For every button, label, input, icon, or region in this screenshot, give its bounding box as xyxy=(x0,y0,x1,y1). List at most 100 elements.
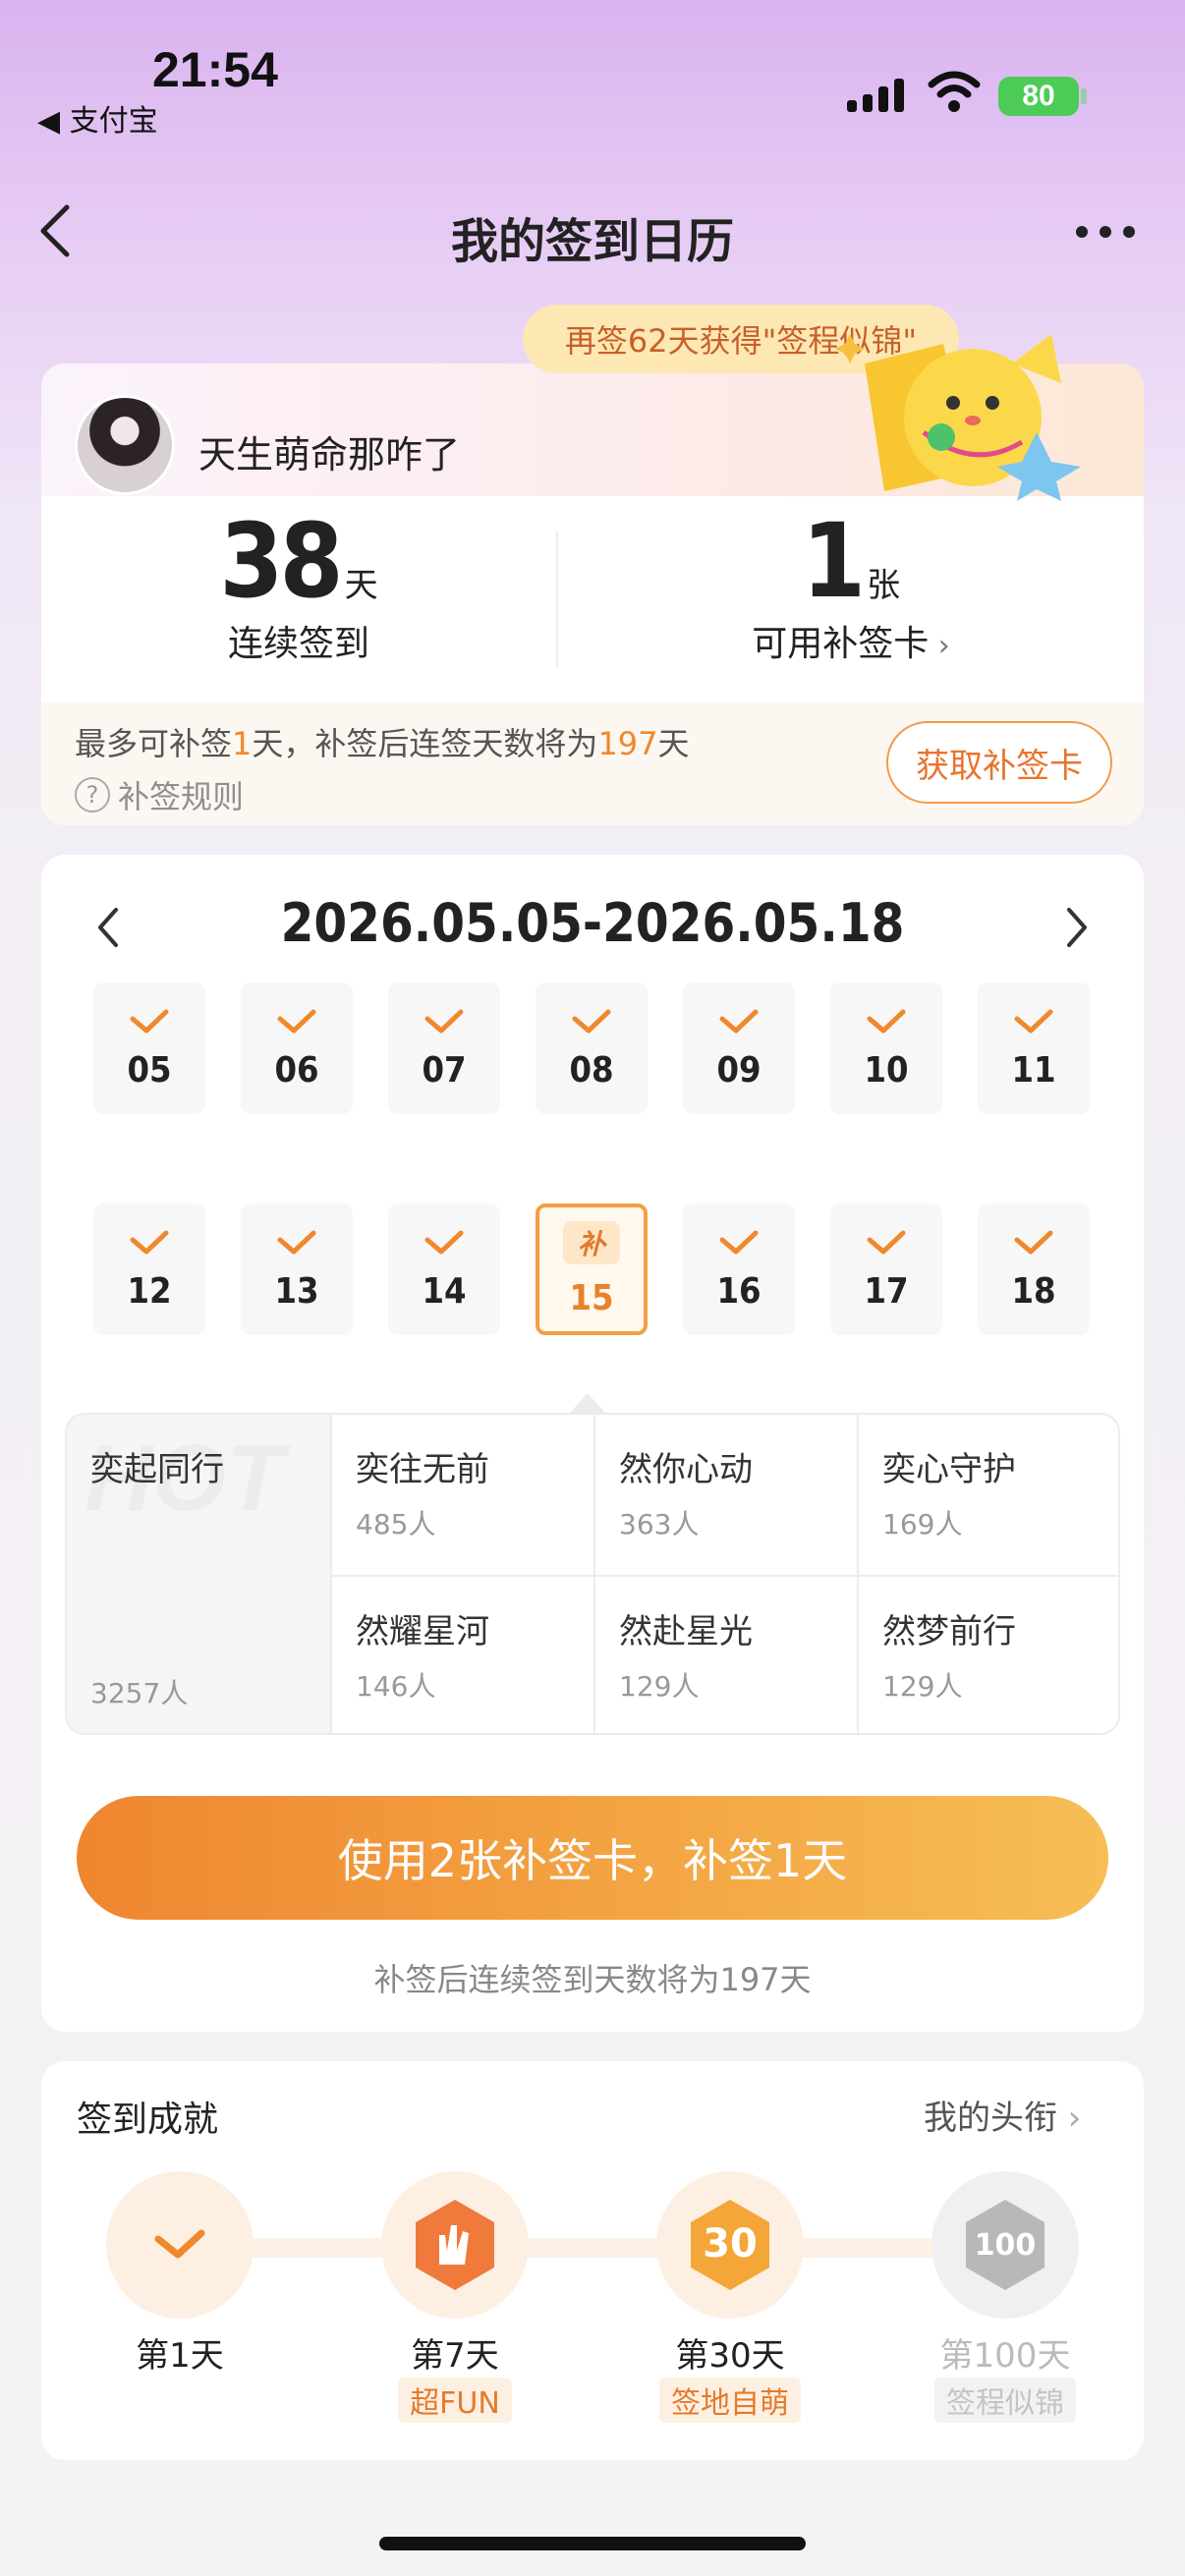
title-name: 然你心动 xyxy=(619,1450,753,1489)
streak-stat: 38 天 连续签到 xyxy=(41,501,556,666)
checkmark-icon xyxy=(277,1009,316,1033)
chevron-right-icon: › xyxy=(1057,2099,1082,2138)
calendar-day[interactable]: 10 xyxy=(830,982,942,1114)
title-option[interactable]: 然梦前行 129人 xyxy=(859,1577,1118,1733)
back-to-app-link[interactable]: ◀ 支付宝 xyxy=(37,96,158,140)
calendar-day[interactable]: 14 xyxy=(388,1204,500,1335)
title-option[interactable]: 然你心动 363人 xyxy=(595,1415,859,1577)
calendar-day[interactable]: 07 xyxy=(388,982,500,1114)
title-option[interactable]: 奕心守护 169人 xyxy=(859,1415,1118,1577)
checkmark-icon xyxy=(130,1230,169,1254)
achievement-tag-wrap: 签地自萌 xyxy=(632,2378,828,2423)
achievement-7[interactable] xyxy=(381,2171,529,2319)
user-nickname: 天生萌命那咋了 xyxy=(198,433,461,476)
title-name: 奕起同行 xyxy=(90,1450,224,1489)
achievement-tag-wrap: 签程似锦 xyxy=(907,2378,1103,2423)
achievement-tag-wrap: 超FUN xyxy=(357,2378,553,2423)
achievement-tag: 签程似锦 xyxy=(934,2378,1076,2423)
title-name: 然耀星河 xyxy=(356,1612,489,1652)
checkmark-icon xyxy=(130,1009,169,1033)
makeup-cards-stat[interactable]: 1 张 可用补签卡 › xyxy=(558,501,1144,666)
calendar-day[interactable]: 13 xyxy=(241,1204,353,1335)
calendar-day-number: 17 xyxy=(864,1270,909,1312)
avatar[interactable] xyxy=(75,395,175,495)
calendar-date-range: 2026.05.05-2026.05.18 xyxy=(280,892,905,954)
achievement-badge: 100 xyxy=(931,2171,1079,2319)
achievement-badge: 30 xyxy=(656,2171,804,2319)
title-count: 485人 xyxy=(356,1508,436,1540)
tip-suffix: 天 xyxy=(657,725,690,762)
checkmark-icon xyxy=(424,1230,464,1254)
svg-text:100: 100 xyxy=(975,2228,1037,2263)
home-indicator xyxy=(379,2537,806,2550)
title-name: 然梦前行 xyxy=(882,1612,1016,1652)
title-option[interactable]: 然耀星河 146人 xyxy=(332,1577,595,1733)
tip-total: 197 xyxy=(597,725,658,762)
calendar-day-number: 06 xyxy=(274,1049,319,1091)
calendar-day[interactable]: 11 xyxy=(978,982,1090,1114)
title-count: 129人 xyxy=(619,1670,700,1703)
achievement-day-label: 第30天 xyxy=(675,2336,785,2376)
calendar-day-number: 16 xyxy=(716,1270,762,1312)
calendar-day[interactable]: 18 xyxy=(978,1204,1090,1335)
title-count: 146人 xyxy=(356,1670,436,1703)
checkmark-icon xyxy=(1014,1009,1053,1033)
days-30-badge-icon: 30 xyxy=(691,2200,769,2290)
svg-text:30: 30 xyxy=(703,2221,758,2267)
checkmark-icon xyxy=(154,2229,205,2259)
achievement-day-label: 第1天 xyxy=(136,2336,224,2376)
title-count: 129人 xyxy=(882,1670,963,1703)
achievement-badge xyxy=(381,2171,529,2319)
checkmark-icon xyxy=(719,1230,759,1254)
streak-label: 连续签到 xyxy=(227,624,369,664)
battery-cap xyxy=(1081,88,1087,104)
achievement-tag: 超FUN xyxy=(398,2378,512,2423)
title-option[interactable]: 然赴星光 129人 xyxy=(595,1577,859,1733)
calendar-day-number: 13 xyxy=(274,1270,319,1312)
calendar-day-number: 08 xyxy=(569,1049,614,1091)
checkmark-icon xyxy=(867,1230,906,1254)
calendar-day[interactable]: 12 xyxy=(93,1204,205,1335)
get-makeup-card-button[interactable]: 获取补签卡 xyxy=(886,721,1112,804)
title-name: 奕往无前 xyxy=(356,1450,489,1489)
title-count: 169人 xyxy=(882,1508,963,1540)
my-titles-link[interactable]: 我的头衔 › xyxy=(924,2091,1081,2139)
chevron-right-icon[interactable] xyxy=(1063,904,1091,951)
achievement-30[interactable]: 30 xyxy=(656,2171,804,2319)
title-option[interactable]: 奕往无前 485人 xyxy=(332,1415,595,1577)
more-options-icon[interactable] xyxy=(1076,226,1135,238)
calendar-day[interactable]: 06 xyxy=(241,982,353,1114)
streak-value: 38 xyxy=(219,501,343,621)
title-name: 奕心守护 xyxy=(882,1450,1016,1489)
calendar-day-number: 10 xyxy=(864,1049,909,1091)
tip-days: 1 xyxy=(232,725,253,762)
streak-unit: 天 xyxy=(344,566,378,605)
achievement-day-label: 第7天 xyxy=(411,2336,499,2376)
calendar-day[interactable]: 08 xyxy=(536,982,648,1114)
my-titles-label: 我的头衔 xyxy=(924,2099,1057,2138)
title-name: 然赴星光 xyxy=(619,1612,753,1652)
checkmark-icon xyxy=(867,1009,906,1033)
title-option[interactable]: HOT 奕起同行 3257人 xyxy=(67,1415,332,1733)
makeup-result-hint: 补签后连续签到天数将为197天 xyxy=(373,1961,812,1998)
calendar-day-number: 12 xyxy=(127,1270,172,1312)
calendar-day-number: 07 xyxy=(422,1049,467,1091)
title-count: 3257人 xyxy=(90,1677,189,1709)
cellular-signal-icon xyxy=(847,79,904,112)
achievement-100[interactable]: 100 xyxy=(931,2171,1079,2319)
tip-middle: 天，补签后连签天数将为 xyxy=(252,725,598,762)
calendar-day[interactable]: 09 xyxy=(683,982,795,1114)
calendar-day[interactable]: 补 15 xyxy=(536,1204,648,1335)
calendar-day[interactable]: 16 xyxy=(683,1204,795,1335)
checkmark-icon xyxy=(1014,1230,1053,1254)
use-makeup-card-button[interactable]: 使用2张补签卡，补签1天 xyxy=(77,1796,1108,1920)
calendar-day[interactable]: 05 xyxy=(93,982,205,1114)
calendar-day[interactable]: 17 xyxy=(830,1204,942,1335)
calendar-day-number: 05 xyxy=(127,1049,172,1091)
achievement-badge xyxy=(106,2171,254,2319)
achievement-1[interactable] xyxy=(106,2171,254,2319)
chevron-right-icon: › xyxy=(929,629,950,663)
days-100-badge-icon: 100 xyxy=(966,2200,1044,2290)
checkmark-icon xyxy=(572,1009,611,1033)
makeup-rule-link[interactable]: ? 补签规则 xyxy=(75,772,244,817)
